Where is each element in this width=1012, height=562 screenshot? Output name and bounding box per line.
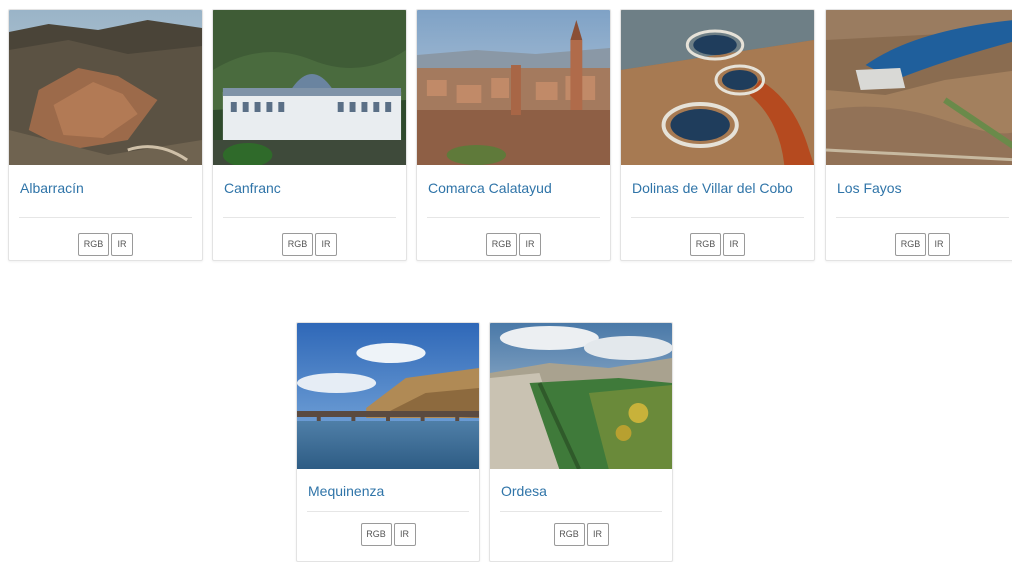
ir-button[interactable]: IR	[519, 233, 541, 256]
card-title-link[interactable]: Mequinenza	[308, 483, 384, 499]
ir-button[interactable]: IR	[111, 233, 133, 256]
card-divider	[307, 511, 469, 512]
ordesa-photo[interactable]	[490, 323, 672, 469]
canfranc-photo[interactable]	[213, 10, 406, 165]
card-divider	[836, 217, 1009, 218]
ir-button[interactable]: IR	[586, 523, 609, 546]
rgb-button[interactable]: RGB	[690, 233, 721, 256]
dolinas-photo[interactable]	[621, 10, 814, 165]
rgb-button[interactable]: RGB	[486, 233, 517, 256]
card-divider	[427, 217, 600, 218]
location-card-canfranc: Canfranc RGB IR	[212, 9, 407, 261]
ir-button[interactable]: IR	[723, 233, 745, 256]
location-card-albarracin: Albarracín RGB IR	[8, 9, 203, 261]
ir-button[interactable]: IR	[315, 233, 337, 256]
ir-button[interactable]: IR	[928, 233, 950, 256]
card-divider	[631, 217, 804, 218]
card-title-link[interactable]: Canfranc	[224, 180, 281, 196]
button-group: RGB IR	[9, 233, 202, 256]
button-group: RGB IR	[621, 233, 814, 256]
calatayud-photo[interactable]	[417, 10, 610, 165]
button-group: RGB IR	[489, 523, 673, 546]
rgb-button[interactable]: RGB	[895, 233, 926, 256]
card-divider	[500, 511, 662, 512]
card-divider	[19, 217, 192, 218]
location-card-comarca-calatayud: Comarca Calatayud RGB IR	[416, 9, 611, 261]
button-group: RGB IR	[417, 233, 610, 256]
rgb-button[interactable]: RGB	[360, 523, 392, 546]
rgb-button[interactable]: RGB	[553, 523, 585, 546]
card-divider	[223, 217, 396, 218]
los-fayos-photo[interactable]	[826, 10, 1012, 165]
button-group: RGB IR	[213, 233, 406, 256]
card-title-link[interactable]: Comarca Calatayud	[428, 180, 552, 196]
button-group: RGB IR	[826, 233, 1012, 256]
rgb-button[interactable]: RGB	[78, 233, 109, 256]
location-card-dolinas-villar-del-cobo: Dolinas de Villar del Cobo RGB IR	[620, 9, 815, 261]
ir-button[interactable]: IR	[393, 523, 416, 546]
card-title-link[interactable]: Ordesa	[501, 483, 547, 499]
card-title-link[interactable]: Albarracín	[20, 180, 84, 196]
albarracin-photo[interactable]	[9, 10, 202, 165]
button-group: RGB IR	[296, 523, 480, 546]
location-card-los-fayos: Los Fayos RGB IR	[825, 9, 1012, 261]
mequinenza-photo[interactable]	[297, 323, 479, 469]
card-title-link[interactable]: Los Fayos	[837, 180, 902, 196]
card-title-link[interactable]: Dolinas de Villar del Cobo	[632, 180, 793, 196]
rgb-button[interactable]: RGB	[282, 233, 313, 256]
